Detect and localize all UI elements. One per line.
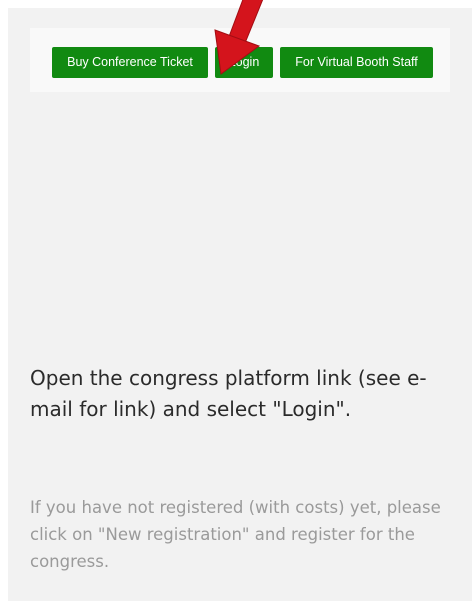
buy-conference-ticket-button[interactable]: Buy Conference Ticket: [52, 47, 208, 78]
registration-note: If you have not registered (with costs) …: [30, 498, 441, 571]
button-bar: Buy Conference Ticket Login For Virtual …: [30, 28, 450, 92]
tutorial-panel: Buy Conference Ticket Login For Virtual …: [8, 0, 472, 601]
login-button[interactable]: Login: [215, 47, 273, 78]
instruction-text: Open the congress platform link (see e-m…: [30, 366, 427, 421]
virtual-booth-staff-button[interactable]: For Virtual Booth Staff: [280, 47, 433, 78]
